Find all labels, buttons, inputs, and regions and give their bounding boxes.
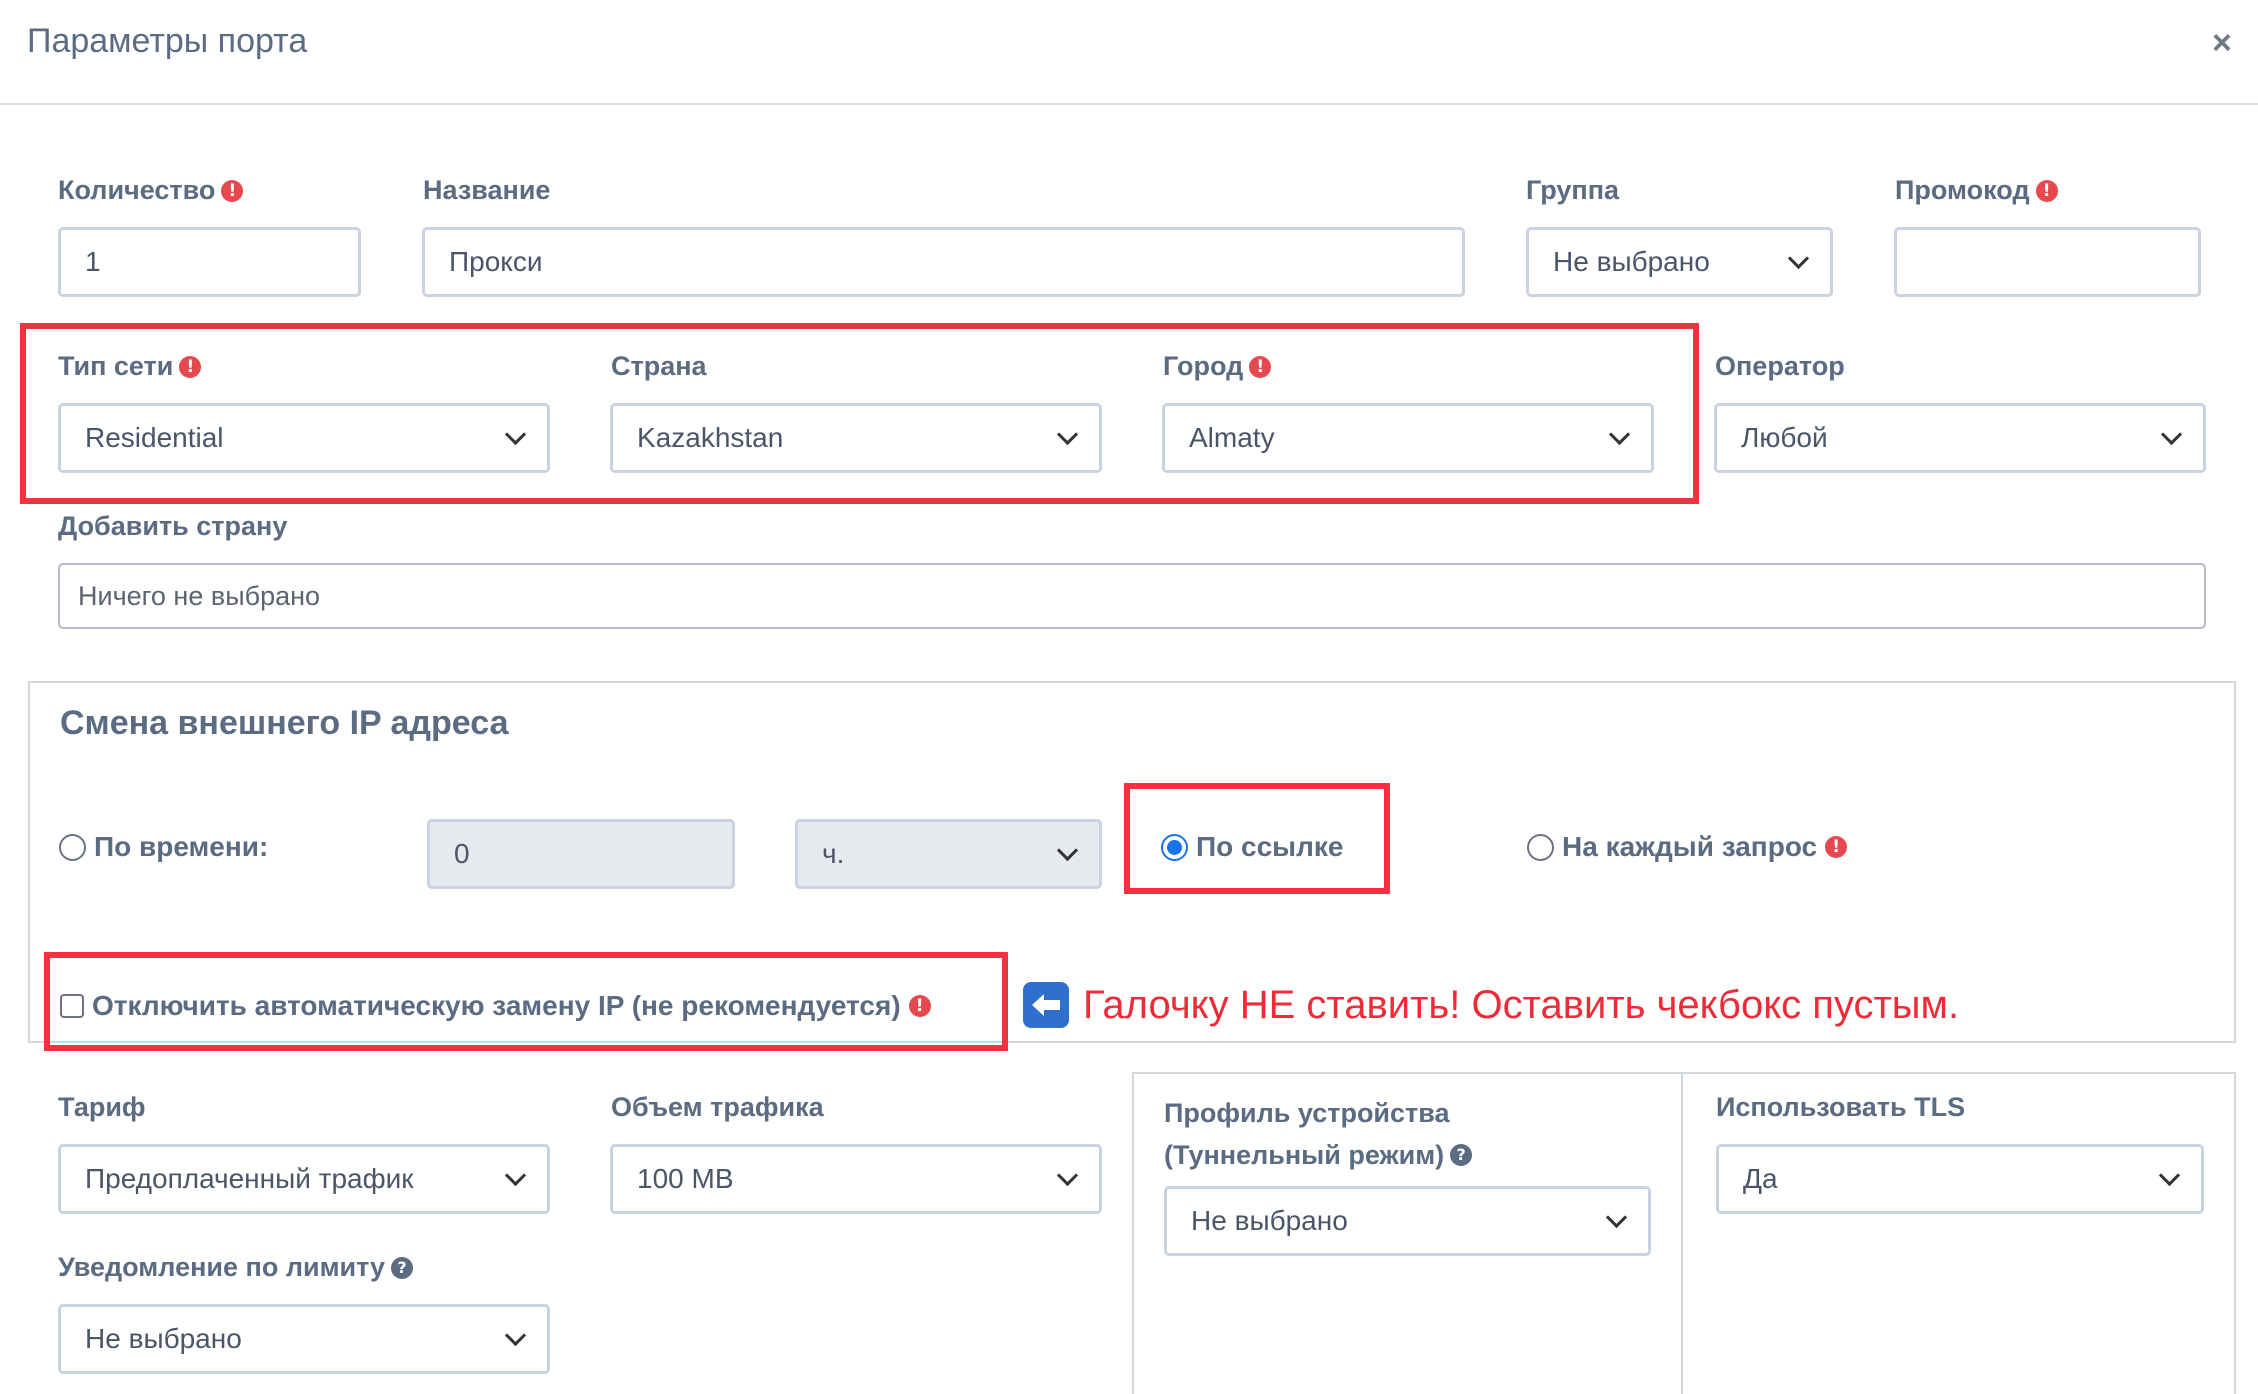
limit-notice-select[interactable]: Не выбрано (58, 1304, 550, 1374)
by-time-option[interactable]: По времени: (59, 831, 268, 863)
chevron-down-icon (1056, 423, 1079, 445)
quantity-input[interactable]: 1 (58, 227, 361, 297)
chevron-down-icon (504, 1324, 527, 1346)
annotation-note: Галочку НЕ ставить! Оставить чекбокс пус… (1023, 982, 1959, 1028)
help-icon[interactable]: ? (391, 1256, 414, 1279)
by-time-label: По времени: (94, 831, 269, 862)
time-value-input[interactable]: 0 (427, 819, 735, 889)
network-type-value: Residential (85, 422, 224, 453)
column-divider (1681, 1072, 1683, 1394)
operator-value: Любой (1741, 422, 1828, 453)
tls-value: Да (1743, 1163, 1778, 1194)
group-label: Группа (1526, 175, 1620, 205)
device-profile-label: Профиль устройства (Туннельный режим)? (1164, 1092, 1473, 1176)
city-select[interactable]: Almaty (1162, 403, 1654, 473)
by-link-option[interactable]: По ссылке (1161, 831, 1343, 863)
by-link-label: По ссылке (1196, 831, 1344, 862)
chevron-down-icon (2160, 423, 2183, 445)
quantity-value: 1 (85, 246, 101, 277)
device-profile-label-line1: Профиль устройства (1164, 1098, 1450, 1128)
required-icon: ! (2035, 179, 2058, 202)
chevron-down-icon (1787, 247, 1810, 269)
tls-select[interactable]: Да (1716, 1144, 2204, 1214)
add-country-multiselect[interactable]: Ничего не выбрано (58, 563, 2206, 629)
chevron-down-icon (1608, 423, 1631, 445)
traffic-label: Объем трафика (611, 1092, 824, 1122)
chevron-down-icon (1605, 1206, 1628, 1228)
help-icon[interactable]: ? (1450, 1144, 1473, 1166)
network-type-select[interactable]: Residential (58, 403, 550, 473)
traffic-select[interactable]: 100 MB (610, 1144, 1102, 1214)
chevron-down-icon (2158, 1164, 2181, 1186)
required-icon: ! (179, 355, 202, 378)
limit-notice-value: Не выбрано (85, 1323, 242, 1354)
device-profile-value: Не выбрано (1191, 1205, 1348, 1236)
each-request-option[interactable]: На каждый запрос ! (1527, 831, 1848, 863)
required-icon: ! (221, 179, 244, 202)
device-profile-select[interactable]: Не выбрано (1164, 1186, 1651, 1256)
tariff-value: Предоплаченный трафик (85, 1163, 414, 1194)
country-select[interactable]: Kazakhstan (610, 403, 1102, 473)
name-label: Название (423, 175, 551, 205)
required-icon: ! (1825, 836, 1848, 858)
annotation-text: Галочку НЕ ставить! Оставить чекбокс пус… (1083, 982, 1960, 1027)
by-link-radio[interactable] (1161, 833, 1188, 861)
time-value: 0 (454, 838, 470, 869)
time-unit-value: ч. (822, 838, 845, 869)
tls-label: Использовать TLS (1716, 1092, 1966, 1122)
chevron-down-icon (504, 423, 527, 445)
promo-label: Промокод! (1895, 175, 2058, 206)
promo-input[interactable] (1894, 227, 2201, 297)
disable-auto-checkbox[interactable] (60, 994, 84, 1018)
limit-notice-label: Уведомление по лимиту? (58, 1252, 414, 1283)
time-unit-select[interactable]: ч. (795, 819, 1102, 889)
city-value: Almaty (1189, 422, 1275, 453)
column-divider (1132, 1072, 1134, 1394)
country-value: Kazakhstan (637, 422, 784, 453)
country-label: Страна (611, 351, 707, 381)
name-value: Прокси (449, 246, 543, 277)
by-time-radio[interactable] (59, 833, 86, 861)
add-country-value: Ничего не выбрано (78, 580, 321, 611)
quantity-label: Количество! (58, 175, 244, 206)
device-profile-label-line2: (Туннельный режим) (1164, 1140, 1445, 1170)
dialog-title: Параметры порта (27, 22, 308, 60)
group-select[interactable]: Не выбрано (1526, 227, 1833, 297)
operator-label: Оператор (1715, 351, 1845, 381)
required-icon: ! (908, 995, 931, 1017)
panel-top-border (1132, 1072, 2236, 1074)
each-request-label: На каждый запрос (1562, 831, 1818, 862)
tariff-select[interactable]: Предоплаченный трафик (58, 1144, 550, 1214)
chevron-down-icon (1056, 839, 1079, 861)
network-type-label: Тип сети! (58, 351, 202, 382)
chevron-down-icon (504, 1164, 527, 1186)
tariff-label: Тариф (58, 1092, 146, 1122)
chevron-down-icon (1056, 1164, 1079, 1186)
required-icon: ! (1249, 355, 1272, 378)
column-divider (2234, 1072, 2236, 1394)
operator-select[interactable]: Любой (1714, 403, 2206, 473)
disable-auto-label: Отключить автоматическую замену IP (не р… (92, 990, 901, 1021)
ip-change-title: Смена внешнего IP адреса (60, 704, 509, 742)
city-label: Город! (1163, 351, 1272, 382)
add-country-label: Добавить страну (58, 511, 288, 541)
each-request-radio[interactable] (1527, 833, 1554, 861)
traffic-value: 100 MB (637, 1163, 734, 1194)
header-divider (0, 103, 2258, 105)
close-icon[interactable]: × (2212, 26, 2232, 60)
disable-auto-option[interactable]: Отключить автоматическую замену IP (не р… (60, 990, 931, 1022)
group-value: Не выбрано (1553, 246, 1710, 277)
left-arrow-icon (1023, 982, 1069, 1028)
name-input[interactable]: Прокси (422, 227, 1465, 297)
